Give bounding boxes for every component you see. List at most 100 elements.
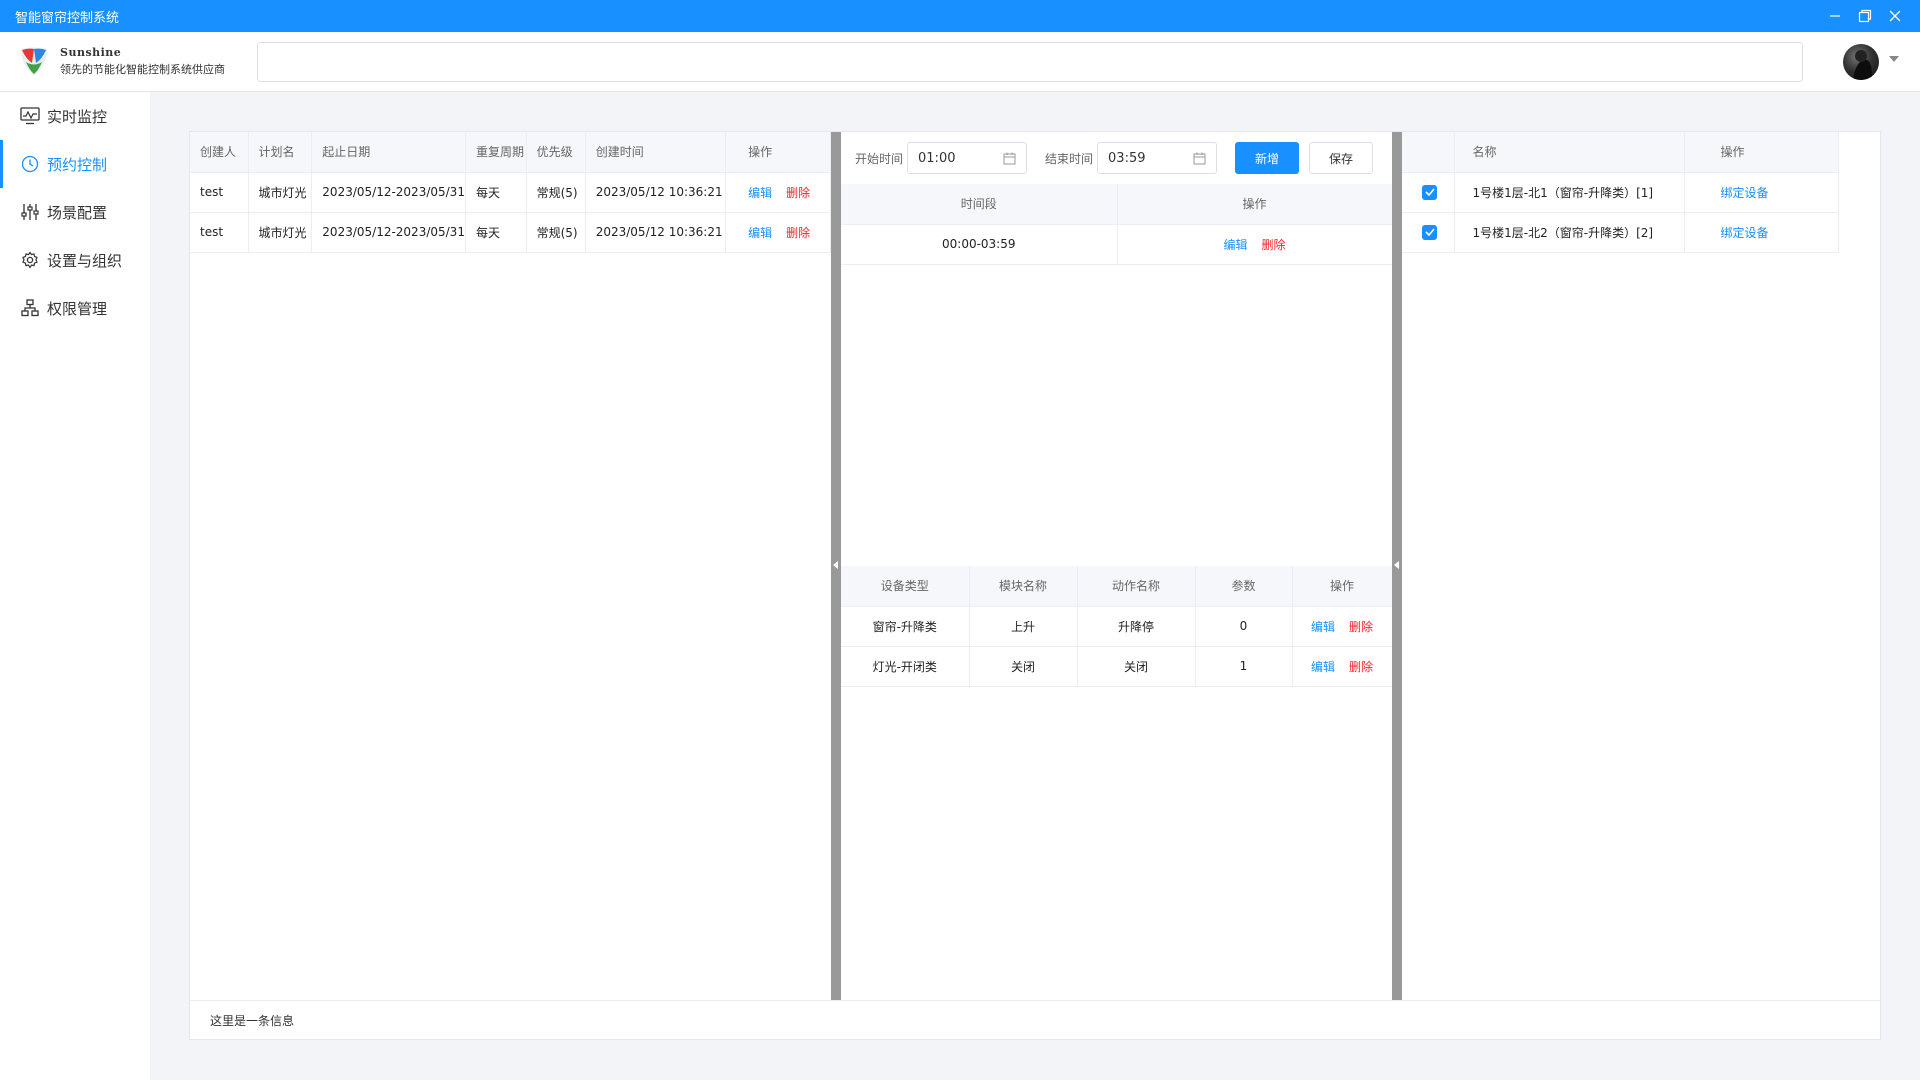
column-header: 操作 xyxy=(1292,566,1392,607)
plan-name-cell: 城市灯光 xyxy=(248,212,313,253)
sidebar-item-label: 实时监控 xyxy=(47,107,108,126)
sidebar-item-settings-org[interactable]: 设置与组织 xyxy=(0,236,150,284)
title-bar: 智能窗帘控制系统 xyxy=(0,0,1920,32)
collapse-left-icon[interactable] xyxy=(833,561,838,569)
plan-name-cell: 城市灯光 xyxy=(248,172,313,213)
start-time-value: 01:00 xyxy=(918,150,956,166)
table-row[interactable]: 1号楼1层-北2（窗帘-升降类）[2] 绑定设备 xyxy=(1402,212,1839,253)
sidebar-item-permissions[interactable]: 权限管理 xyxy=(0,284,150,332)
edit-link[interactable]: 编辑 xyxy=(748,226,772,240)
brand-name: Sunshine xyxy=(60,45,122,59)
column-header: 操作 xyxy=(725,132,831,173)
created-time-cell: 2023/05/12 10:36:21 xyxy=(585,172,727,213)
sidebar-item-label: 设置与组织 xyxy=(47,251,123,270)
edit-link[interactable]: 编辑 xyxy=(1311,620,1335,634)
date-range-cell: 2023/05/12-2023/05/31 xyxy=(311,212,466,253)
start-time-label: 开始时间 xyxy=(855,151,904,166)
sidebar-item-label: 场景配置 xyxy=(47,203,108,222)
table-row[interactable]: 1号楼1层-北1（窗帘-升降类）[1] 绑定设备 xyxy=(1402,172,1839,213)
device-panel: 名称 操作 1号楼1层-北1（窗帘-升降类）[1] 绑定设备 1号楼1层-北2（… xyxy=(1402,132,1880,1000)
row-checkbox[interactable] xyxy=(1422,184,1437,200)
edit-link[interactable]: 编辑 xyxy=(748,186,772,200)
device-name-cell: 1号楼1层-北2（窗帘-升降类）[2] xyxy=(1454,212,1685,253)
param-cell: 0 xyxy=(1195,606,1293,647)
panel-splitter[interactable] xyxy=(831,132,841,1000)
end-time-input[interactable]: 03:59 xyxy=(1097,142,1218,174)
column-header: 动作名称 xyxy=(1077,566,1196,607)
column-header: 设备类型 xyxy=(841,566,970,607)
edit-link[interactable]: 编辑 xyxy=(1311,660,1335,674)
timeslot-table-header: 时间段 操作 xyxy=(841,184,1392,225)
restore-button[interactable] xyxy=(1850,0,1880,32)
checkbox-cell xyxy=(1402,212,1455,253)
chevron-down-icon[interactable] xyxy=(1889,56,1899,62)
table-row[interactable]: 灯光-开闭类 关闭 关闭 1 编辑 删除 xyxy=(841,646,1392,687)
date-range-cell: 2023/05/12-2023/05/31 xyxy=(311,172,466,213)
collapse-left-icon[interactable] xyxy=(1394,561,1399,569)
device-type-cell: 窗帘-升降类 xyxy=(841,606,970,647)
column-header: 重复周期 xyxy=(465,132,527,173)
column-header: 优先级 xyxy=(526,132,586,173)
minimize-button[interactable] xyxy=(1820,0,1850,32)
delete-link[interactable]: 删除 xyxy=(1349,620,1373,634)
sidebar-item-schedule-control[interactable]: 预约控制 xyxy=(0,140,150,188)
timeslot-panel: 开始时间 01:00 结束时间 03:59 新增 保存 时间段 操作 00:00… xyxy=(841,132,1392,1000)
period-cell: 00:00-03:59 xyxy=(841,224,1118,265)
search-input[interactable] xyxy=(257,42,1803,82)
restore-icon xyxy=(1858,9,1872,23)
actions-cell: 绑定设备 xyxy=(1684,172,1839,213)
sidebar-item-label: 预约控制 xyxy=(47,155,108,174)
sidebar-item-realtime-monitor[interactable]: 实时监控 xyxy=(0,92,150,140)
bind-device-link[interactable]: 绑定设备 xyxy=(1721,226,1769,240)
column-header: 模块名称 xyxy=(969,566,1078,607)
column-header xyxy=(1402,132,1455,173)
minimize-icon xyxy=(1830,15,1840,17)
org-tree-icon xyxy=(20,298,40,318)
action-name-cell: 升降停 xyxy=(1077,606,1196,647)
table-row[interactable]: test 城市灯光 2023/05/12-2023/05/31 每天 常规(5)… xyxy=(190,172,831,213)
user-photo-icon xyxy=(1853,50,1873,80)
action-name-cell: 关闭 xyxy=(1077,646,1196,687)
device-table-header: 名称 操作 xyxy=(1402,132,1839,173)
table-row[interactable]: test 城市灯光 2023/05/12-2023/05/31 每天 常规(5)… xyxy=(190,212,831,253)
clock-icon xyxy=(20,154,40,174)
column-header: 计划名 xyxy=(248,132,313,173)
edit-link[interactable]: 编辑 xyxy=(1223,238,1247,252)
delete-link[interactable]: 删除 xyxy=(786,226,810,240)
table-row[interactable]: 窗帘-升降类 上升 升降停 0 编辑 删除 xyxy=(841,606,1392,647)
window-controls xyxy=(1820,0,1910,32)
module-name-cell: 上升 xyxy=(969,606,1078,647)
panel-splitter[interactable] xyxy=(1392,132,1402,1000)
app-header: Sunshine 领先的节能化智能控制系统供应商 xyxy=(0,32,1920,92)
timeslot-toolbar: 开始时间 01:00 结束时间 03:59 新增 保存 xyxy=(841,132,1392,184)
actions-cell: 编辑 删除 xyxy=(725,172,831,213)
delete-link[interactable]: 删除 xyxy=(1349,660,1373,674)
column-header: 操作 xyxy=(1117,184,1392,225)
row-checkbox[interactable] xyxy=(1422,224,1437,240)
device-name-cell: 1号楼1层-北1（窗帘-升降类）[1] xyxy=(1454,172,1685,213)
device-type-cell: 灯光-开闭类 xyxy=(841,646,970,687)
delete-link[interactable]: 删除 xyxy=(786,186,810,200)
bind-device-link[interactable]: 绑定设备 xyxy=(1721,186,1769,200)
action-table-header: 设备类型 模块名称 动作名称 参数 操作 xyxy=(841,566,1392,607)
logo-icon xyxy=(21,47,47,75)
creator-cell: test xyxy=(190,212,249,253)
start-time-input[interactable]: 01:00 xyxy=(907,142,1028,174)
sidebar-item-label: 权限管理 xyxy=(47,299,108,318)
brand-tagline: 领先的节能化智能控制系统供应商 xyxy=(60,62,225,76)
delete-link[interactable]: 删除 xyxy=(1262,238,1286,252)
table-row[interactable]: 00:00-03:59 编辑 删除 xyxy=(841,224,1392,265)
close-button[interactable] xyxy=(1880,0,1910,32)
param-cell: 1 xyxy=(1195,646,1293,687)
check-icon xyxy=(1424,188,1435,196)
add-button[interactable]: 新增 xyxy=(1235,142,1300,174)
priority-cell: 常规(5) xyxy=(526,172,586,213)
creator-cell: test xyxy=(190,172,249,213)
actions-cell: 绑定设备 xyxy=(1684,212,1839,253)
sidebar: 实时监控 预约控制 场景配置 设置与组织 权限管理 xyxy=(0,92,150,1080)
sidebar-item-scene-config[interactable]: 场景配置 xyxy=(0,188,150,236)
repeat-cell: 每天 xyxy=(465,212,527,253)
save-button[interactable]: 保存 xyxy=(1309,142,1374,174)
end-time-value: 03:59 xyxy=(1108,150,1146,166)
avatar[interactable] xyxy=(1843,44,1879,80)
